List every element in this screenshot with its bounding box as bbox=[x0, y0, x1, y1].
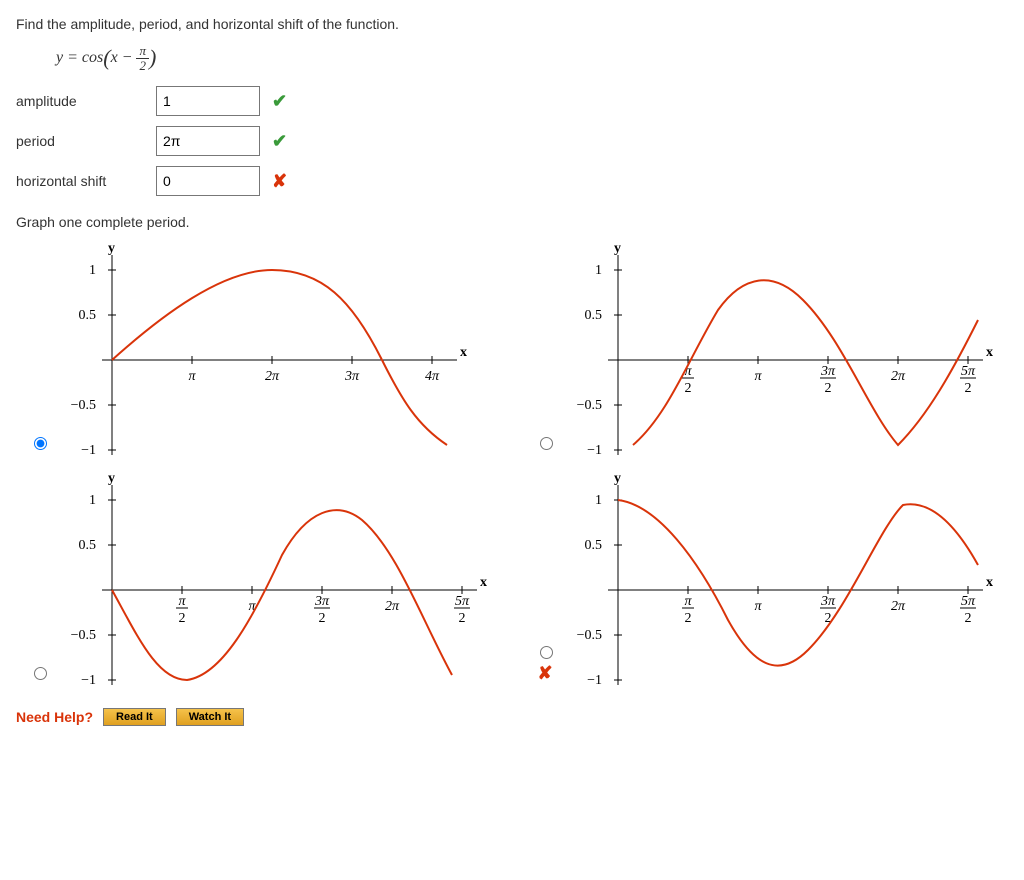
svg-text:2π: 2π bbox=[385, 599, 400, 614]
svg-text:3π: 3π bbox=[820, 364, 836, 379]
svg-text:−0.5: −0.5 bbox=[577, 628, 602, 643]
cross-icon: ✘ bbox=[272, 171, 287, 192]
svg-text:x: x bbox=[460, 345, 467, 360]
svg-text:5π: 5π bbox=[455, 594, 470, 609]
svg-text:−0.5: −0.5 bbox=[71, 398, 96, 413]
check-icon: ✔ bbox=[272, 131, 287, 152]
svg-text:−0.5: −0.5 bbox=[71, 628, 96, 643]
graph-d-svg: y x 1 0.5 −0.5 −1 π2 π 3π2 2π 5π2 bbox=[558, 470, 998, 690]
svg-text:2: 2 bbox=[825, 381, 832, 396]
svg-text:x: x bbox=[480, 575, 487, 590]
svg-text:2: 2 bbox=[459, 611, 466, 626]
svg-text:0.5: 0.5 bbox=[585, 538, 603, 553]
svg-text:1: 1 bbox=[595, 493, 602, 508]
svg-text:0.5: 0.5 bbox=[585, 308, 603, 323]
svg-text:2: 2 bbox=[965, 381, 972, 396]
svg-text:π: π bbox=[178, 594, 186, 609]
read-it-button[interactable]: Read It bbox=[103, 708, 166, 726]
answers-block: amplitude ✔ period ✔ horizontal shift ✘ bbox=[16, 86, 1008, 196]
svg-text:−1: −1 bbox=[81, 443, 96, 458]
need-help-row: Need Help? Read It Watch It bbox=[16, 708, 1008, 726]
question-equation: y = cos(x − π2) bbox=[56, 42, 1008, 72]
graph-option-d: ✘ y x 1 0.5 −0.5 −1 π2 π 3π2 2π 5π2 bbox=[532, 470, 1008, 690]
svg-text:4π: 4π bbox=[425, 369, 440, 384]
svg-text:0.5: 0.5 bbox=[79, 538, 97, 553]
graph-option-a: y x 1 0.5 −0.5 −1 π 2π 3π 4π bbox=[26, 240, 502, 460]
svg-text:π: π bbox=[684, 594, 692, 609]
svg-text:3π: 3π bbox=[820, 594, 836, 609]
svg-text:2π: 2π bbox=[891, 599, 906, 614]
amplitude-input[interactable] bbox=[156, 86, 260, 116]
svg-text:−0.5: −0.5 bbox=[577, 398, 602, 413]
svg-text:0.5: 0.5 bbox=[79, 308, 97, 323]
svg-text:2: 2 bbox=[319, 611, 326, 626]
svg-text:−1: −1 bbox=[587, 443, 602, 458]
svg-text:2: 2 bbox=[685, 611, 692, 626]
need-help-label: Need Help? bbox=[16, 709, 93, 725]
svg-text:2: 2 bbox=[965, 611, 972, 626]
svg-text:1: 1 bbox=[89, 493, 96, 508]
svg-text:3π: 3π bbox=[314, 594, 330, 609]
cross-icon: ✘ bbox=[537, 663, 552, 684]
svg-text:y: y bbox=[108, 471, 115, 486]
svg-text:−1: −1 bbox=[81, 673, 96, 688]
graph-a-svg: y x 1 0.5 −0.5 −1 π 2π 3π 4π bbox=[52, 240, 472, 460]
svg-text:5π: 5π bbox=[961, 594, 976, 609]
svg-text:y: y bbox=[108, 241, 115, 256]
period-label: period bbox=[16, 133, 156, 149]
svg-text:2: 2 bbox=[685, 381, 692, 396]
check-icon: ✔ bbox=[272, 91, 287, 112]
svg-text:y: y bbox=[614, 241, 621, 256]
question-prompt: Find the amplitude, period, and horizont… bbox=[16, 16, 1008, 32]
svg-text:2π: 2π bbox=[891, 369, 906, 384]
svg-text:5π: 5π bbox=[961, 364, 976, 379]
svg-text:π: π bbox=[248, 599, 256, 614]
option-d-radio[interactable] bbox=[540, 646, 553, 659]
svg-text:x: x bbox=[986, 345, 993, 360]
svg-text:y: y bbox=[614, 471, 621, 486]
graph-b-svg: y x 1 0.5 −0.5 −1 π2 π 3π2 2π 5π2 bbox=[558, 240, 998, 460]
graph-option-b: y x 1 0.5 −0.5 −1 π2 π 3π2 2π 5π2 bbox=[532, 240, 1008, 460]
svg-text:π: π bbox=[754, 599, 762, 614]
svg-text:2: 2 bbox=[179, 611, 186, 626]
svg-text:3π: 3π bbox=[344, 369, 360, 384]
graph-prompt: Graph one complete period. bbox=[16, 214, 1008, 230]
option-a-radio[interactable] bbox=[34, 437, 47, 450]
svg-text:1: 1 bbox=[595, 263, 602, 278]
option-b-radio[interactable] bbox=[540, 437, 553, 450]
svg-text:x: x bbox=[986, 575, 993, 590]
svg-text:−1: −1 bbox=[587, 673, 602, 688]
period-input[interactable] bbox=[156, 126, 260, 156]
shift-input[interactable] bbox=[156, 166, 260, 196]
svg-text:π: π bbox=[188, 369, 196, 384]
svg-text:2π: 2π bbox=[265, 369, 280, 384]
graph-options: y x 1 0.5 −0.5 −1 π 2π 3π 4π y x 1 0.5 bbox=[26, 240, 1008, 690]
option-c-radio[interactable] bbox=[34, 667, 47, 680]
watch-it-button[interactable]: Watch It bbox=[176, 708, 244, 726]
graph-c-svg: y x 1 0.5 −0.5 −1 π 2 π 3π 2 2π 5π 2 bbox=[52, 470, 492, 690]
graph-option-c: y x 1 0.5 −0.5 −1 π 2 π 3π 2 2π 5π 2 bbox=[26, 470, 502, 690]
svg-text:π: π bbox=[754, 369, 762, 384]
amplitude-label: amplitude bbox=[16, 93, 156, 109]
shift-label: horizontal shift bbox=[16, 173, 156, 189]
svg-text:1: 1 bbox=[89, 263, 96, 278]
